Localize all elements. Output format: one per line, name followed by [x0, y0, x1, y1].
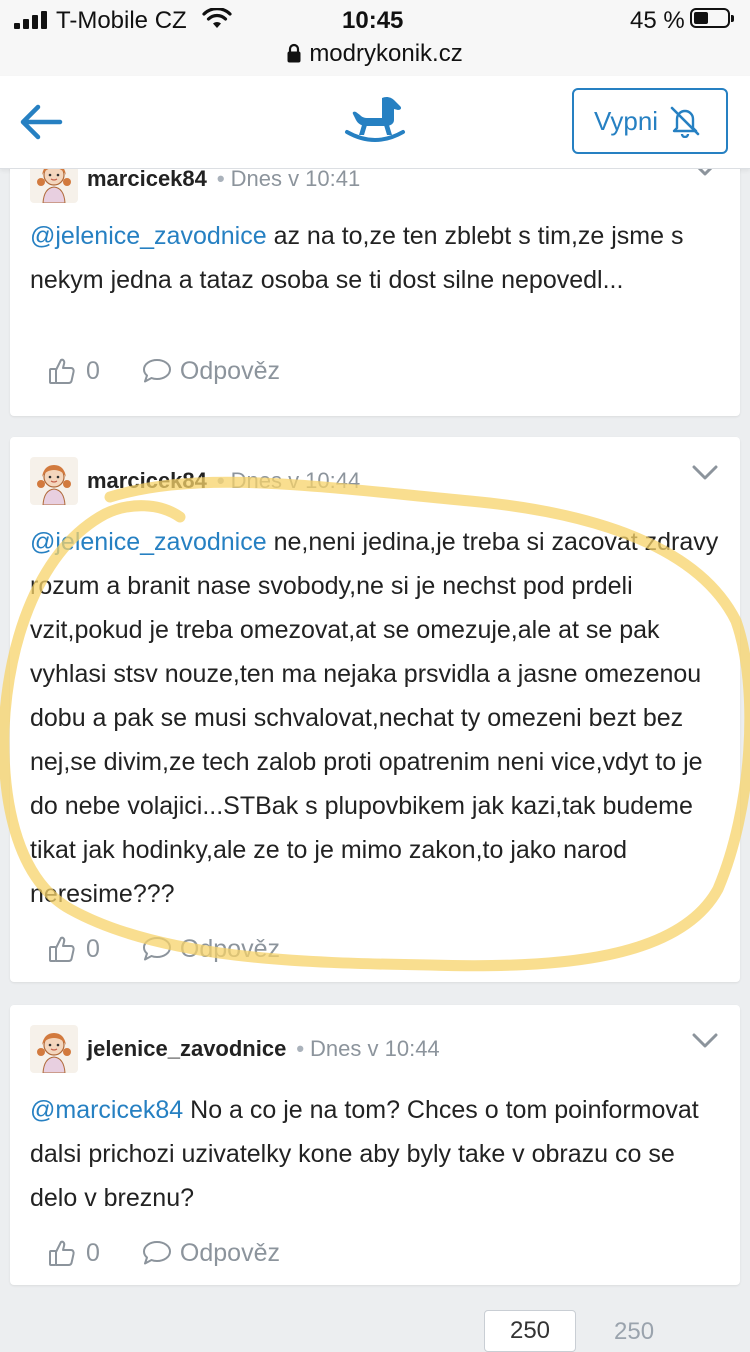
pagination: 250 250 [0, 1296, 750, 1352]
user-avatar-icon [30, 169, 78, 203]
thumbs-up-icon [49, 936, 75, 962]
separator-dot: • [296, 1036, 305, 1061]
mention-link[interactable]: @jelenice_zavodnice [30, 222, 267, 250]
separator-dot: • [216, 468, 225, 493]
url-domain: modrykonik.cz [309, 40, 463, 67]
mention-link[interactable]: @marcicek84 [30, 1096, 183, 1124]
battery-percent: 45 % [630, 7, 685, 34]
comment-username[interactable]: jelenice_zavodnice [87, 1036, 286, 1061]
like-count: 0 [86, 934, 100, 963]
reply-button[interactable]: Odpověz [142, 357, 280, 386]
speech-bubble-icon [142, 1241, 171, 1265]
thumbs-up-icon [49, 358, 75, 384]
comment-time: Dnes v 10:44 [230, 468, 361, 493]
comment-author-line: jelenice_zavodnice • Dnes v 10:44 [87, 1036, 440, 1062]
comment-actions: 0 Odpověz [48, 929, 280, 969]
rocking-horse-icon[interactable] [344, 94, 406, 146]
chevron-down-icon[interactable] [692, 169, 718, 177]
comment-text: @marcicek84 No a co je na tom? Chces o t… [30, 1096, 699, 1212]
arrow-left-icon[interactable] [18, 102, 64, 142]
comment-actions: 0 Odpověz [48, 351, 280, 391]
avatar[interactable] [30, 1025, 78, 1073]
mute-notifications-button[interactable]: Vypni [572, 88, 728, 154]
comment-time: Dnes v 10:41 [230, 169, 361, 191]
mention-link[interactable]: @jelenice_zavodnice [30, 528, 267, 556]
comment-text: @jelenice_zavodnice ne,neni jedina,je tr… [30, 528, 719, 908]
comment-username[interactable]: marcicek84 [87, 468, 207, 493]
url-bar[interactable]: modrykonik.cz [0, 40, 750, 76]
page-number-input[interactable]: 250 [484, 1310, 576, 1352]
reply-button[interactable]: Odpověz [142, 1239, 280, 1268]
comment-actions: 0 Odpověz [48, 1233, 280, 1273]
like-count: 0 [86, 1238, 100, 1267]
comment-card: marcicek84 • Dnes v 10:41 @jelenice_zavodn… [10, 169, 740, 416]
speech-bubble-icon [142, 359, 171, 383]
separator-dot: • [216, 169, 225, 191]
like-button[interactable]: 0 [48, 935, 100, 964]
status-bar: T-Mobile CZ 10:45 45 % [0, 0, 750, 40]
user-avatar-icon [30, 457, 78, 505]
like-count: 0 [86, 356, 100, 385]
comment-time: Dnes v 10:44 [310, 1036, 440, 1061]
signal-strength-icon [14, 11, 47, 29]
bell-off-icon [670, 106, 700, 138]
comment-author-line: marcicek84 • Dnes v 10:44 [87, 468, 360, 494]
mute-button-label: Vypni [594, 105, 659, 136]
lock-icon [287, 43, 301, 63]
chevron-down-icon[interactable] [692, 1033, 718, 1049]
app-header: Vypni [0, 76, 750, 169]
comment-author-line: marcicek84 • Dnes v 10:41 [87, 169, 360, 192]
total-pages: 250 [614, 1318, 655, 1345]
comment-card: marcicek84 • Dnes v 10:44 @jelenice_zavodn… [10, 437, 740, 982]
speech-bubble-icon [142, 937, 171, 961]
thumbs-up-icon [49, 1240, 75, 1266]
user-avatar-icon [30, 1025, 78, 1073]
reply-label: Odpověz [179, 356, 280, 385]
battery-icon [690, 8, 734, 28]
reply-button[interactable]: Odpověz [142, 935, 280, 964]
chevron-down-icon[interactable] [692, 465, 718, 481]
comment-feed[interactable]: marcicek84 • Dnes v 10:41 @jelenice_zavodn… [0, 169, 750, 1334]
like-button[interactable]: 0 [48, 1239, 100, 1268]
avatar[interactable] [30, 457, 78, 505]
clock: 10:45 [342, 7, 404, 34]
wifi-icon [202, 8, 232, 28]
like-button[interactable]: 0 [48, 357, 100, 386]
comment-text: @jelenice_zavodnice az na to,ze ten zble… [30, 222, 684, 294]
carrier-name: T-Mobile CZ [56, 7, 187, 34]
reply-label: Odpověz [179, 1238, 280, 1267]
comment-card: jelenice_zavodnice • Dnes v 10:44 @marcice… [10, 1005, 740, 1285]
avatar[interactable] [30, 169, 78, 203]
reply-label: Odpověz [179, 934, 280, 963]
comment-username[interactable]: marcicek84 [87, 169, 207, 191]
